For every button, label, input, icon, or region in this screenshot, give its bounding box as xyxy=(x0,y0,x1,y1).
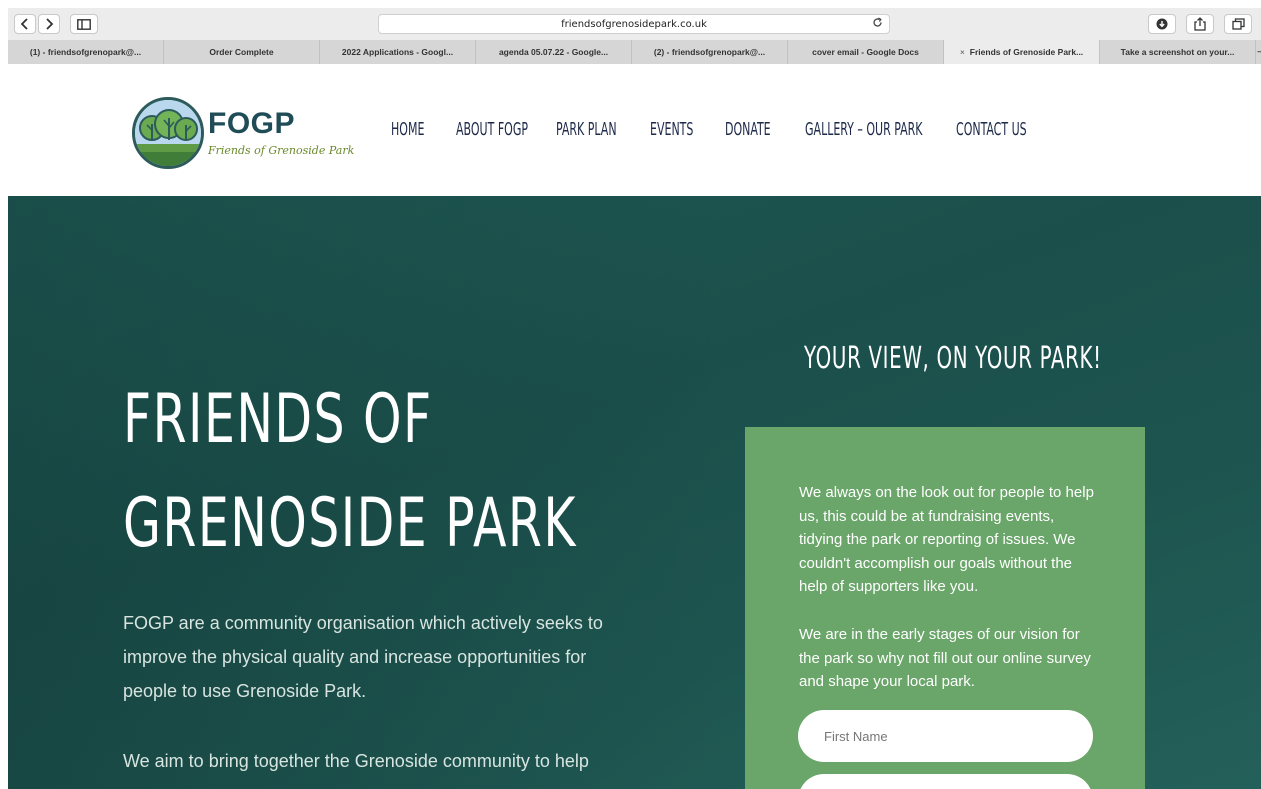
signup-panel: We always on the look out for people to … xyxy=(745,427,1145,789)
back-icon xyxy=(20,18,28,30)
back-button[interactable] xyxy=(14,14,36,34)
tab-1[interactable]: (1) - friendsofgrenopark@... xyxy=(8,40,164,64)
panel-text-2: We are in the early stages of our vision… xyxy=(799,626,1091,690)
nav-item-events[interactable]: Events xyxy=(650,119,725,140)
nav-label: Donate xyxy=(725,119,771,140)
tab-label: Take a screenshot on your... xyxy=(1120,47,1235,57)
tab-3[interactable]: 2022 Applications - Googl... xyxy=(320,40,476,64)
tab-label: cover email - Google Docs xyxy=(812,47,919,57)
nav-item-home[interactable]: Home xyxy=(391,119,456,140)
tab-6[interactable]: cover email - Google Docs xyxy=(788,40,944,64)
nav-label: About FOGP xyxy=(456,119,528,140)
sidebar-icon xyxy=(77,18,91,30)
hero-title: Friends of Grenoside Park xyxy=(123,368,577,576)
main-nav: Home About FOGP Park Plan Events Donate … xyxy=(391,119,1046,140)
forward-button[interactable] xyxy=(38,14,60,34)
site-logo[interactable]: FOGP Friends of Grenoside Park xyxy=(132,97,354,171)
nav-label: Events xyxy=(650,119,694,140)
tab-label: Order Complete xyxy=(209,47,274,57)
nav-item-park-plan[interactable]: Park Plan xyxy=(556,119,650,140)
tabs-overview-icon xyxy=(1231,18,1245,30)
tab-label: (2) - friendsofgrenopark@... xyxy=(653,47,766,57)
panel-heading: Your view, on your park! xyxy=(804,341,1102,376)
logo-subtitle: Friends of Grenoside Park xyxy=(208,144,355,157)
nav-label: Contact Us xyxy=(956,119,1027,140)
nav-label: Home xyxy=(391,119,425,140)
hero-paragraph-2: We aim to bring together the Grenoside c… xyxy=(123,751,589,771)
tabs-overview-button[interactable] xyxy=(1224,14,1252,34)
tab-8[interactable]: Take a screenshot on your... xyxy=(1100,40,1256,64)
forward-icon xyxy=(46,18,54,30)
hero-title-line-1: Friends of xyxy=(123,380,433,459)
nav-label: Park Plan xyxy=(556,119,617,140)
tab-7-active[interactable]: × Friends of Grenoside Park... xyxy=(944,40,1100,64)
hero-paragraph-1: FOGP are a community organisation which … xyxy=(123,613,603,701)
panel-text-1: We always on the look out for people to … xyxy=(799,484,1094,595)
share-icon xyxy=(1194,17,1206,31)
close-tab-icon[interactable]: × xyxy=(960,47,965,57)
download-button[interactable] xyxy=(1148,14,1176,34)
address-bar[interactable]: friendsofgrenosidepark.co.uk xyxy=(378,14,890,34)
site-header: FOGP Friends of Grenoside Park Home Abou… xyxy=(8,64,1261,196)
trees-icon xyxy=(135,100,201,166)
logo-tree-emblem xyxy=(132,97,204,169)
nav-item-about[interactable]: About FOGP xyxy=(456,119,556,140)
logo-title: FOGP xyxy=(208,107,296,140)
share-button[interactable] xyxy=(1186,14,1214,34)
sidebar-button[interactable] xyxy=(70,14,98,34)
tab-label: agenda 05.07.22 - Google... xyxy=(498,47,609,57)
browser-toolbar: friendsofgrenosidepark.co.uk xyxy=(8,8,1261,40)
second-field[interactable] xyxy=(798,774,1093,789)
nav-item-donate[interactable]: Donate xyxy=(725,119,805,140)
hero-title-line-2: Grenoside Park xyxy=(123,484,577,563)
tab-bar: (1) - friendsofgrenopark@... Order Compl… xyxy=(8,40,1261,64)
reload-icon xyxy=(873,17,882,27)
tab-2[interactable]: Order Complete xyxy=(164,40,320,64)
tab-5[interactable]: (2) - friendsofgrenopark@... xyxy=(632,40,788,64)
nav-item-gallery[interactable]: Gallery – Our Park xyxy=(805,119,956,140)
hero-section: Friends of Grenoside Park FOGP are a com… xyxy=(8,196,1261,789)
tab-4[interactable]: agenda 05.07.22 - Google... xyxy=(476,40,632,64)
new-tab-icon[interactable]: + xyxy=(1256,40,1261,64)
first-name-placeholder: First Name xyxy=(824,728,888,744)
browser-chrome: friendsofgrenosidepark.co.uk (1) - frien… xyxy=(8,8,1261,65)
tab-label: 2022 Applications - Googl... xyxy=(341,47,454,57)
nav-label: Gallery – Our Park xyxy=(805,119,923,140)
download-icon xyxy=(1156,18,1168,30)
tab-label: (1) - friendsofgrenopark@... xyxy=(29,47,142,57)
tab-label: Friends of Grenoside Park... xyxy=(969,47,1084,57)
url-text: friendsofgrenosidepark.co.uk xyxy=(561,18,707,30)
nav-item-contact[interactable]: Contact Us xyxy=(956,119,1046,140)
reload-button[interactable] xyxy=(872,17,883,31)
first-name-field[interactable]: First Name xyxy=(798,710,1093,762)
